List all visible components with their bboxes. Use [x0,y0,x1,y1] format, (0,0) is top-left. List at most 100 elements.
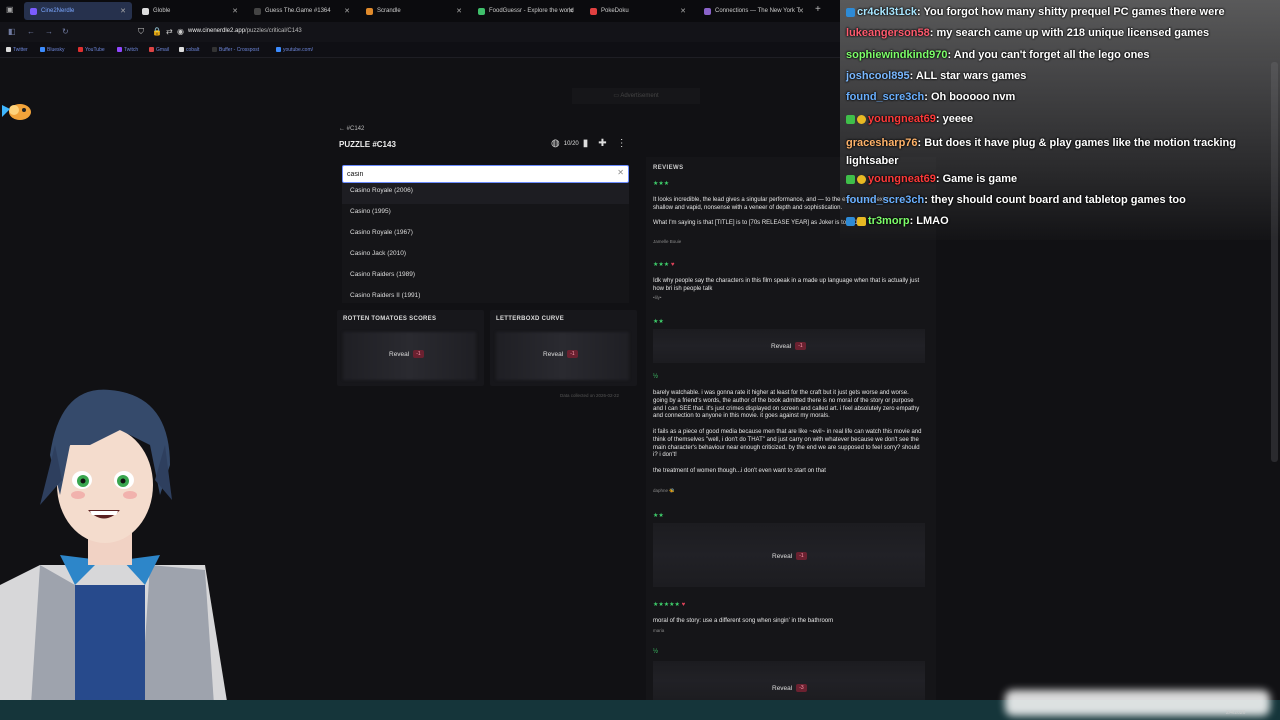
bookmark-bluesky[interactable]: Bluesky [40,47,65,53]
puzzle-piece-icon[interactable]: ✚ [598,138,606,149]
close-icon[interactable]: ✕ [120,7,126,15]
chat-message: cr4ckl3t1ck: You forgot how many shitty … [846,6,1225,18]
bookmark-youtube[interactable]: YouTube [78,47,105,53]
score-value: 10/20 [563,140,579,147]
rocket-mascot-icon [2,104,31,120]
bookmark-label: cobalt [186,47,200,53]
clear-search-icon[interactable]: ✕ [617,168,624,177]
sidebar-panel-icon[interactable]: ▣ [6,5,14,14]
close-icon[interactable]: ✕ [232,7,238,15]
lock-icon[interactable]: 🔒 [152,27,162,36]
review-author: •lily• [653,295,662,300]
suggestion-item[interactable]: Casino Royale (1967) [342,225,629,246]
tab-guess-the-game[interactable]: Guess The.Game #1364 ✕ [248,2,356,20]
tab-label: Guess The.Game #1364 [265,8,331,14]
close-icon[interactable]: ✕ [456,7,462,15]
more-options-icon[interactable]: ⋮ [617,138,627,149]
suggestion-item[interactable]: Casino (1995) [342,204,629,225]
card-title: LETTERBOXD CURVE [496,316,565,322]
bookmark-twitter[interactable]: Twitter [6,47,28,53]
movie-search-input[interactable] [347,168,607,181]
coin-badge-icon [857,114,866,124]
tab-label: Connections — The New York T [715,8,801,14]
new-tab-plus-icon[interactable]: + [815,4,821,15]
data-collected-note: Data collected on 2026-02-22 [560,393,620,398]
reveal-button[interactable]: Reveal -1 [772,552,807,560]
buffer-icon [212,47,217,53]
reload-icon[interactable]: ↻ [62,27,69,36]
tab-globle[interactable]: Globle ✕ [136,2,244,20]
close-icon[interactable]: ✕ [798,7,804,15]
chat-text: : my search came up with 218 unique lice… [929,27,1210,39]
movie-search-box: ✕ [342,165,629,183]
stats-chart-icon[interactable]: ▮ [583,138,589,149]
globe-icon[interactable]: ◍ [551,138,560,149]
plus-badge-icon [846,174,855,184]
star-rating: ★★★★★ ♥ [653,601,685,608]
review-author: Jamelle Bouie [653,239,682,244]
tab-scrandle[interactable]: Scrandle ✕ [360,2,468,20]
sidebar-icon[interactable]: ◧ [8,27,16,36]
chat-username: youngneat69 [868,173,936,185]
page-title: PUZZLE #C143 [339,140,396,149]
close-icon[interactable]: ✕ [568,7,574,15]
permissions-icon[interactable]: ◉ [177,27,184,36]
chat-message: youngneat69: yeeee [846,113,973,125]
site-settings-icon[interactable]: ⇄ [166,27,173,36]
chat-username: tr3morp [868,215,910,227]
forward-arrow-icon[interactable]: → [45,27,53,36]
suggestion-item[interactable]: Casino Jack (2010) [342,246,629,267]
cobalt-icon [179,47,184,53]
reveal-button[interactable]: Reveal -1 [543,350,578,358]
bookmark-label: YouTube [85,47,105,53]
advertisement-label: Advertisement [620,93,659,99]
globe-icon [276,47,281,53]
reveal-button[interactable]: Reveal -3 [772,684,807,692]
streamer-avatar [0,389,230,720]
tab-label: Scrandle [377,8,401,14]
previous-puzzle-link[interactable]: ← #C142 [339,126,364,132]
suggestion-item[interactable]: Casino Raiders (1989) [342,267,629,288]
shield-icon[interactable]: ⛉ [138,27,144,37]
chat-message: joshcool895: ALL star wars games [846,70,1026,82]
bookmarks-bar: Twitter Bluesky YouTube Twitch Gmail cob… [0,42,840,58]
reveal-button[interactable]: Reveal -1 [771,342,806,350]
chat-text: : Game is game [935,173,1018,185]
bookmark-cobalt[interactable]: cobalt [179,47,199,53]
tab-favicon [254,7,261,15]
bookmark-label: Twitch [124,47,139,53]
chat-message: gracesharp76: But does it have plug & pl… [846,134,1276,170]
bluesky-icon [40,47,45,53]
chat-text: : they should count board and tabletop g… [924,194,1186,206]
tab-pokedoku[interactable]: PokeDoku ✕ [584,2,692,20]
star-rating: ★★★ ♥ [653,261,674,268]
gmail-icon [149,47,154,53]
bookmark-twitch[interactable]: Twitch [117,47,138,53]
chat-username: joshcool895 [846,70,910,82]
tab-connections[interactable]: Connections — The New York T ✕ [698,2,810,20]
url-field[interactable]: www.cinenerdle2.app/puzzles/critical/C14… [188,28,302,34]
close-icon[interactable]: ✕ [344,7,350,15]
reveal-button[interactable]: Reveal -1 [389,350,424,358]
plus-badge-icon [846,114,855,124]
back-arrow-icon[interactable]: ← [27,27,35,36]
chat-username: lukeangerson58 [846,27,930,39]
bookmark-gmail[interactable]: Gmail [149,47,169,53]
tab-favicon [142,7,149,15]
tab-favicon [30,7,37,15]
reveal-label: Reveal [772,552,793,560]
bookmark-youtube-com[interactable]: youtube.com/ [276,47,313,53]
stars-text: ★★★★★ [653,602,680,608]
heart-icon: ♥ [681,602,686,608]
reveal-label: Reveal [543,350,564,358]
suggestion-item[interactable]: Casino Raiders II (1991) [342,288,629,303]
tab-foodguessr[interactable]: FoodGuessr - Explore the world ✕ [472,2,580,20]
suggestion-item[interactable]: Casino Royale (2006) [342,183,629,204]
letterboxd-curve-card: LETTERBOXD CURVE Reveal -1 [490,310,637,386]
tab-label: FoodGuessr - Explore the world [489,8,574,14]
bookmark-buffer[interactable]: Buffer - Crosspost [212,47,259,53]
close-icon[interactable]: ✕ [680,7,686,15]
penalty-badge: -1 [796,552,807,560]
bookmark-label: Buffer - Crosspost [219,47,260,53]
tab-cine2nerdle[interactable]: Cine2Nerdle ✕ [24,2,132,20]
